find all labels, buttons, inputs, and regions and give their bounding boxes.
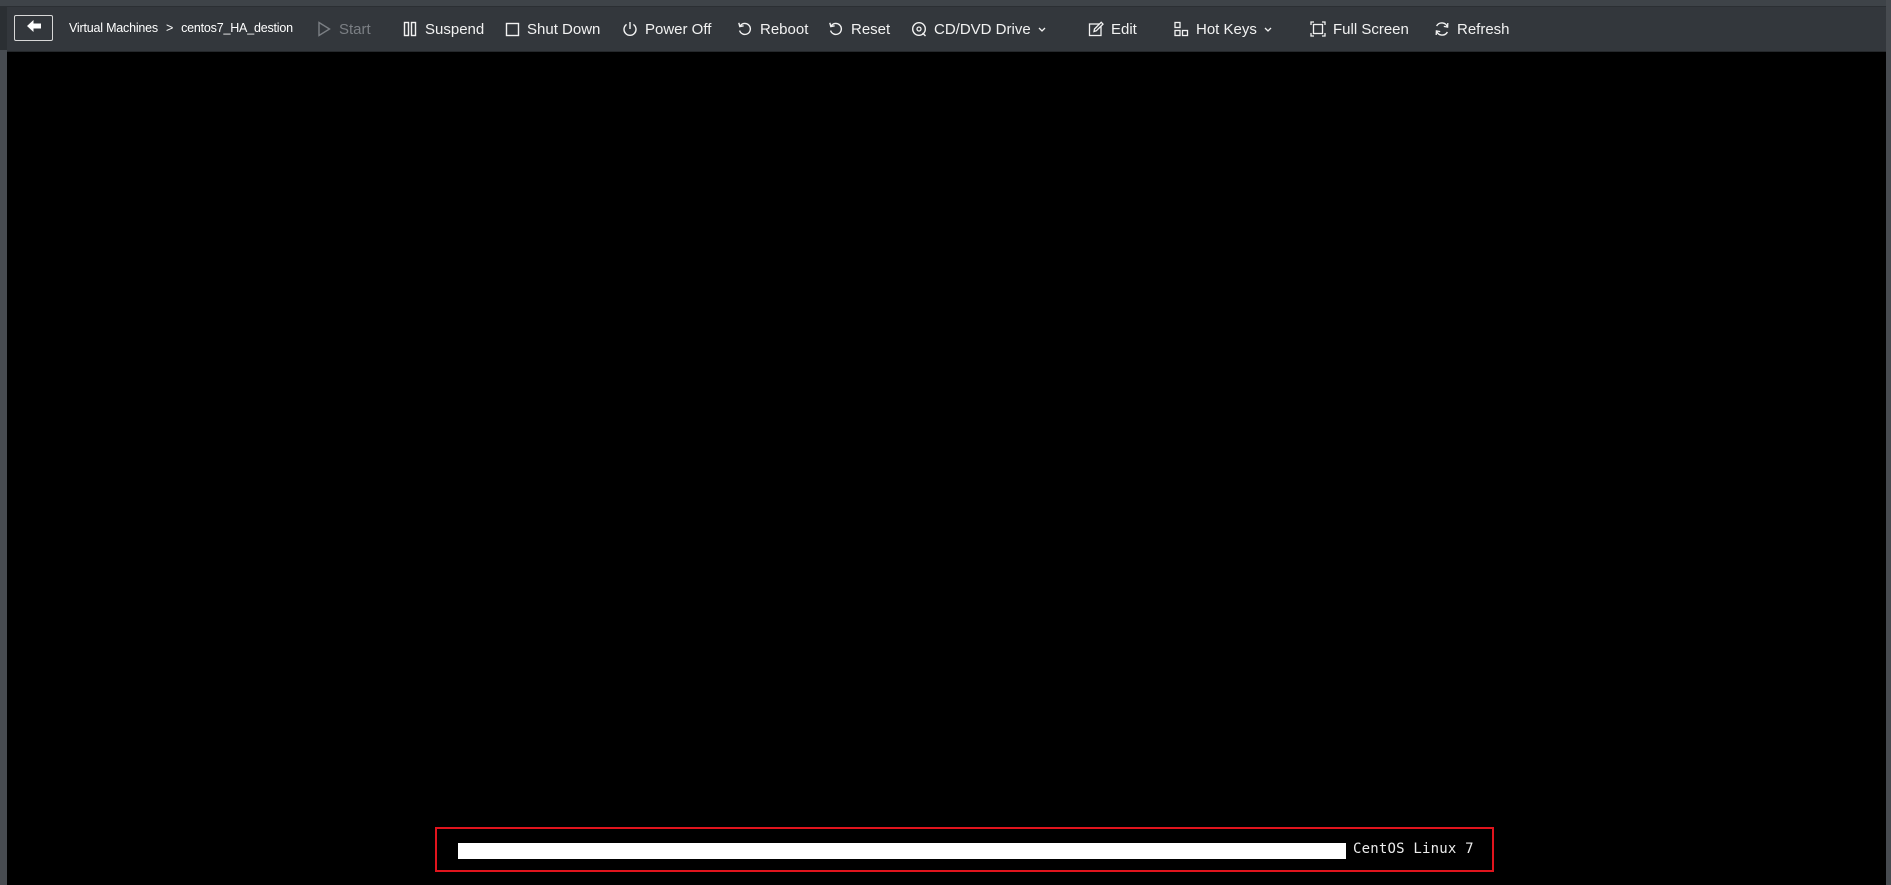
hot-keys-label: Hot Keys	[1196, 20, 1257, 38]
boot-progress-bar	[458, 843, 1346, 859]
suspend-label: Suspend	[425, 20, 485, 38]
reset-label: Reset	[851, 20, 891, 38]
left-edge	[0, 50, 7, 885]
breadcrumb-separator: >	[165, 21, 174, 35]
cd-dvd-drive-dropdown[interactable]: CD/DVD Drive	[911, 19, 1047, 39]
start-button[interactable]: Start	[316, 19, 371, 39]
disc-icon	[911, 21, 927, 37]
rotate-ccw-icon	[737, 21, 753, 37]
power-off-button[interactable]: Power Off	[622, 19, 711, 39]
keyboard-icon	[1173, 21, 1189, 37]
os-boot-label: CentOS Linux 7	[1353, 841, 1474, 857]
window-frame: Virtual Machines > centos7_HA_destion Star…	[0, 0, 1891, 885]
hot-keys-dropdown[interactable]: Hot Keys	[1173, 19, 1273, 39]
refresh-label: Refresh	[1457, 20, 1510, 38]
rotate-ccw-icon	[828, 21, 844, 37]
boot-progress-fill	[458, 843, 1346, 859]
power-off-label: Power Off	[645, 20, 712, 38]
breadcrumb-current-vm: centos7_HA_destion	[181, 21, 293, 35]
cd-dvd-drive-label: CD/DVD Drive	[934, 20, 1031, 38]
pencil-icon	[1088, 21, 1104, 37]
pause-icon	[402, 21, 418, 37]
right-edge	[1886, 0, 1891, 885]
power-icon	[622, 21, 638, 37]
vm-console-toolbar: Virtual Machines > centos7_HA_destion Star…	[7, 7, 1886, 52]
back-button[interactable]	[14, 15, 53, 41]
shut-down-label: Shut Down	[527, 20, 601, 38]
suspend-button[interactable]: Suspend	[402, 19, 484, 39]
top-edge	[0, 0, 1891, 6]
boot-progress-highlight: CentOS Linux 7	[435, 827, 1494, 872]
breadcrumb: Virtual Machines > centos7_HA_destion	[69, 21, 293, 35]
reboot-button[interactable]: Reboot	[737, 19, 808, 39]
full-screen-button[interactable]: Full Screen	[1310, 19, 1409, 39]
chevron-down-icon	[1263, 26, 1273, 33]
shut-down-button[interactable]: Shut Down	[504, 19, 600, 39]
edit-button[interactable]: Edit	[1088, 19, 1137, 39]
arrow-left-icon	[26, 19, 42, 38]
refresh-button[interactable]: Refresh	[1434, 19, 1510, 39]
square-icon	[504, 21, 520, 37]
play-icon	[316, 21, 332, 37]
reset-button[interactable]: Reset	[828, 19, 890, 39]
full-screen-label: Full Screen	[1333, 20, 1409, 38]
vm-console-screen[interactable]	[7, 52, 1886, 885]
edit-label: Edit	[1111, 20, 1137, 38]
chevron-down-icon	[1037, 26, 1047, 33]
fullscreen-icon	[1310, 21, 1326, 37]
breadcrumb-virtual-machines[interactable]: Virtual Machines	[69, 21, 158, 35]
start-label: Start	[339, 20, 371, 38]
refresh-icon	[1434, 21, 1450, 37]
reboot-label: Reboot	[760, 20, 809, 38]
